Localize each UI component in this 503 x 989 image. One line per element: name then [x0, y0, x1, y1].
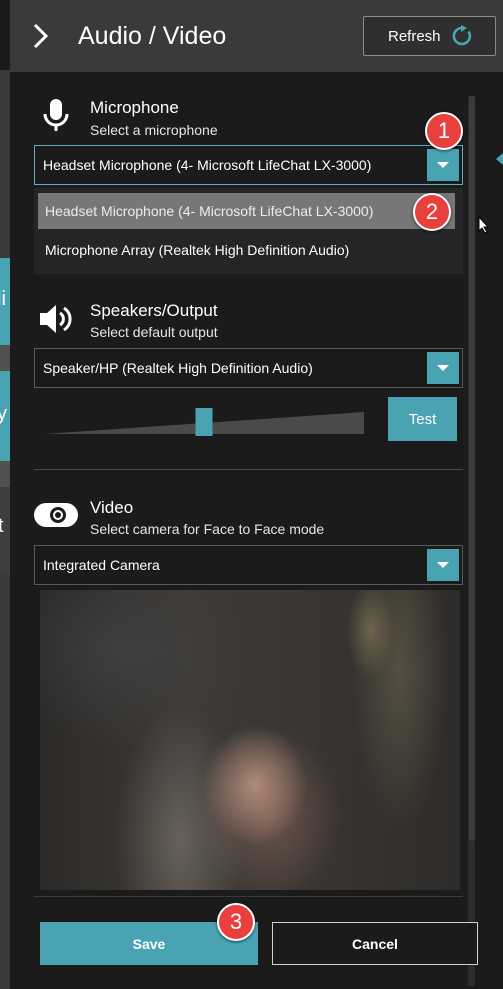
camera-preview — [40, 590, 460, 890]
refresh-icon — [452, 25, 472, 46]
mouse-cursor-icon — [478, 216, 490, 234]
volume-slider-thumb — [195, 408, 213, 436]
video-subtitle: Select camera for Face to Face mode — [90, 521, 325, 537]
microphone-select[interactable]: Headset Microphone (4- Microsoft LifeCha… — [34, 145, 463, 185]
speakers-title: Speakers/Output — [90, 301, 218, 320]
panel-header: Audio / Video Refresh — [10, 0, 503, 72]
speaker-icon — [40, 305, 72, 333]
microphone-option-1[interactable]: Headset Microphone (4- Microsoft LifeCha… — [38, 193, 455, 229]
background-tab-2-text: y — [0, 403, 7, 425]
speakers-subtitle: Select default output — [90, 324, 218, 340]
microphone-subtitle: Select a microphone — [90, 122, 218, 138]
section-divider — [34, 469, 463, 470]
microphone-dropdown-list: Headset Microphone (4- Microsoft LifeCha… — [34, 188, 463, 274]
test-speaker-button[interactable]: Test — [388, 397, 457, 441]
background-tab-1-text: li — [0, 288, 6, 310]
caret-left-icon — [496, 153, 503, 165]
camera-select[interactable]: Integrated Camera — [34, 545, 463, 585]
video-title: Video — [90, 498, 134, 517]
microphone-option-2[interactable]: Microphone Array (Realtek High Definitio… — [38, 232, 455, 268]
scrollbar-thumb[interactable] — [469, 96, 475, 841]
microphone-icon — [43, 99, 69, 131]
microphone-title: Microphone — [90, 98, 179, 117]
annotation-badge-3: 3 — [217, 903, 255, 941]
dropdown-arrow-icon[interactable] — [427, 149, 459, 181]
annotation-badge-1: 1 — [425, 112, 463, 150]
cancel-button[interactable]: Cancel — [272, 922, 478, 965]
microphone-selected-value: Headset Microphone (4- Microsoft LifeCha… — [43, 157, 372, 173]
speakers-select[interactable]: Speaker/HP (Realtek High Definition Audi… — [34, 348, 463, 388]
background-tab-3-text: t — [0, 515, 4, 537]
volume-slider[interactable] — [44, 408, 364, 436]
refresh-button-label: Refresh — [388, 27, 441, 45]
page-title: Audio / Video — [78, 22, 227, 50]
dropdown-arrow-icon[interactable] — [427, 549, 459, 581]
dropdown-arrow-icon[interactable] — [427, 352, 459, 384]
annotation-badge-2: 2 — [413, 193, 451, 231]
speakers-selected-value: Speaker/HP (Realtek High Definition Audi… — [43, 360, 313, 376]
webcam-icon — [34, 503, 78, 527]
camera-selected-value: Integrated Camera — [43, 557, 160, 573]
chevron-right-icon[interactable] — [30, 22, 52, 50]
footer-divider — [34, 896, 463, 897]
refresh-button[interactable]: Refresh — [363, 16, 496, 56]
